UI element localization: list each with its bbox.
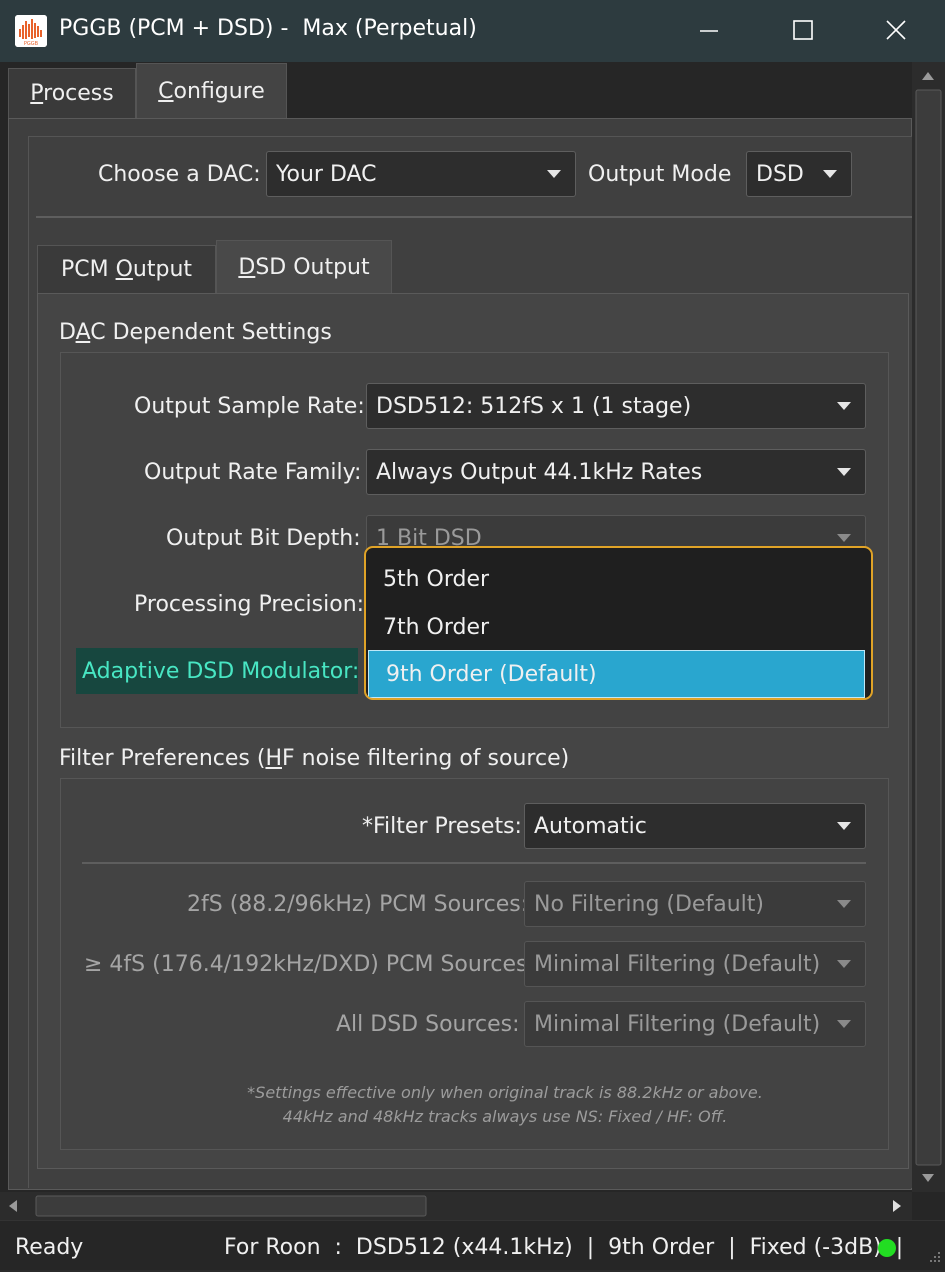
app-logo-caption: PGGB (24, 41, 39, 47)
tab-process[interactable]: Process (8, 68, 136, 118)
filter-prefs-title: Filter Preferences (HF noise filtering o… (59, 746, 570, 771)
resize-grip-icon[interactable] (924, 1250, 942, 1268)
filter-note-line2: 44kHz and 48kHz tracks always use NS: Fi… (282, 1107, 728, 1126)
tab-pcm-output-label: PCM Output (60, 257, 193, 282)
dac-select-value: Your DAC (276, 161, 377, 187)
maximize-button[interactable] (756, 0, 850, 62)
pcm-2fs-select[interactable]: No Filtering (Default) (524, 881, 866, 927)
option-5th-order[interactable]: 5th Order (366, 555, 871, 603)
filter-presets-select[interactable]: Automatic (524, 803, 866, 849)
window-title: PGGB (PCM + DSD) - Max (Perpetual) (59, 16, 477, 41)
tab-dsd-output[interactable]: DSD Output (216, 240, 392, 294)
dac-select[interactable]: Your DAC (266, 151, 576, 197)
pcm-4fs-select[interactable]: Minimal Filtering (Default) (524, 941, 866, 987)
divider (82, 862, 866, 864)
output-mode-value: DSD (756, 161, 804, 187)
app-logo-icon: PGGB (15, 15, 47, 47)
tab-configure[interactable]: Configure (136, 63, 287, 119)
dsd-sources-value: Minimal Filtering (Default) (534, 1011, 821, 1037)
scroll-up-icon (922, 72, 934, 80)
maximize-icon (793, 20, 813, 40)
pcm-4fs-label: ≥ 4fS (176.4/192kHz/DXD) PCM Sources: (84, 952, 535, 977)
vertical-scrollbar-graphic (915, 72, 942, 1182)
minimize-icon (700, 30, 718, 32)
choose-dac-label: Choose a DAC: (98, 162, 261, 187)
pcm-2fs-label: 2fS (88.2/96kHz) PCM Sources: (187, 892, 529, 917)
adaptive-modulator-label: Adaptive DSD Modulator: (76, 648, 359, 694)
chevron-down-icon (837, 960, 851, 968)
option-9th-order[interactable]: 9th Order (Default) (368, 650, 865, 698)
option-7th-order[interactable]: 7th Order (366, 603, 871, 651)
resize-grip-graphic (930, 1252, 940, 1262)
rate-family-label: Output Rate Family: (144, 460, 362, 485)
scroll-thumb (35, 1195, 427, 1217)
sample-rate-label: Output Sample Rate: (134, 394, 365, 419)
scroll-right-icon (893, 1200, 901, 1212)
sample-rate-value: DSD512: 512fS x 1 (1 stage) (376, 393, 692, 419)
pcm-4fs-value: Minimal Filtering (Default) (534, 951, 821, 977)
rate-family-value: Always Output 44.1kHz Rates (376, 459, 703, 485)
tab-process-label: Process (30, 81, 114, 106)
dsd-sources-select[interactable]: Minimal Filtering (Default) (524, 1001, 866, 1047)
filter-presets-value: Automatic (534, 813, 647, 839)
filter-presets-label: *Filter Presets: (362, 814, 522, 839)
precision-label: Processing Precision: (134, 592, 365, 617)
vertical-scrollbar[interactable] (912, 62, 945, 1192)
dsd-sources-label: All DSD Sources: (336, 1012, 520, 1037)
divider (36, 216, 912, 218)
chevron-down-icon (837, 822, 851, 830)
scroll-down-icon (922, 1174, 934, 1182)
status-indicator-icon (878, 1239, 896, 1257)
dac-settings-title: DAC Dependent Settings (59, 320, 332, 345)
chevron-down-icon (837, 468, 851, 476)
tab-pcm-output[interactable]: PCM Output (37, 245, 216, 293)
close-button[interactable] (850, 0, 944, 62)
close-icon (886, 20, 906, 40)
filter-note-line1: *Settings effective only when original t… (247, 1083, 763, 1102)
sample-rate-select[interactable]: DSD512: 512fS x 1 (1 stage) (366, 383, 866, 429)
chevron-down-icon (837, 900, 851, 908)
horizontal-scrollbar-graphic (9, 1195, 901, 1217)
status-ready: Ready (15, 1235, 84, 1260)
tab-dsd-output-label: DSD Output (238, 255, 370, 280)
status-target-info: For Roon : DSD512 (x44.1kHz) | 9th Order… (224, 1235, 904, 1260)
output-mode-label: Output Mode (588, 162, 732, 187)
minimize-button[interactable] (662, 0, 756, 62)
modulator-dropdown-list[interactable]: 5th Order 7th Order 9th Order (Default) (364, 546, 873, 700)
tab-configure-label: Configure (158, 79, 265, 104)
chevron-down-icon (823, 170, 837, 178)
horizontal-scrollbar[interactable] (0, 1192, 912, 1220)
output-mode-select[interactable]: DSD (746, 151, 852, 197)
chevron-down-icon (837, 402, 851, 410)
bit-depth-label: Output Bit Depth: (166, 526, 361, 551)
chevron-down-icon (837, 1020, 851, 1028)
scroll-thumb (915, 89, 942, 1166)
scroll-left-icon (9, 1200, 17, 1212)
pcm-2fs-value: No Filtering (Default) (534, 891, 764, 917)
chevron-down-icon (837, 534, 851, 542)
rate-family-select[interactable]: Always Output 44.1kHz Rates (366, 449, 866, 495)
chevron-down-icon (547, 170, 561, 178)
